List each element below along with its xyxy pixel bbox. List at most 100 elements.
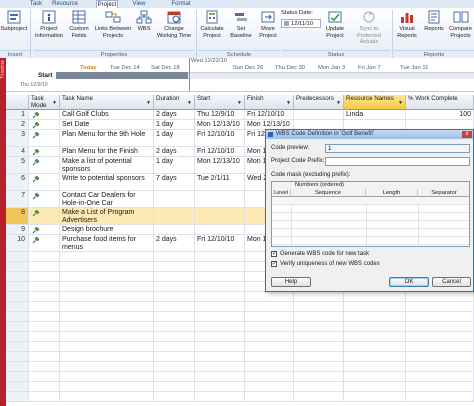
chevron-down-icon[interactable]: ▼ — [286, 100, 291, 107]
mask-row[interactable] — [272, 205, 469, 213]
empty-cell[interactable] — [294, 362, 344, 371]
empty-cell[interactable] — [294, 392, 344, 401]
tab-format[interactable]: Format — [168, 0, 194, 8]
start-cell[interactable] — [195, 191, 245, 207]
empty-cell[interactable] — [6, 302, 29, 311]
predecessors-cell[interactable] — [294, 120, 344, 129]
empty-cell[interactable] — [29, 392, 60, 401]
predecessors-cell[interactable] — [294, 110, 344, 119]
empty-cell[interactable] — [195, 302, 245, 311]
task-name-cell[interactable]: Write to potential sponsors — [60, 174, 154, 190]
tab-task[interactable]: Task — [26, 0, 46, 8]
empty-cell[interactable] — [6, 262, 29, 271]
work-complete-cell[interactable] — [406, 120, 474, 129]
column-header-task-name[interactable]: Task Name ▼ — [60, 95, 154, 110]
empty-cell[interactable] — [344, 362, 406, 371]
task-name-cell[interactable]: Make a List of Program Advertisers — [60, 208, 154, 224]
empty-cell[interactable] — [344, 382, 406, 391]
duration-cell[interactable]: 2 days — [154, 147, 195, 156]
empty-row[interactable] — [6, 352, 474, 362]
duration-cell[interactable]: 1 day — [154, 130, 195, 146]
start-cell[interactable]: Fri 12/10/10 — [195, 235, 245, 251]
calculate-project-button[interactable]: Calculate Project — [198, 10, 226, 48]
empty-cell[interactable] — [29, 372, 60, 381]
ok-button[interactable]: OK — [389, 277, 429, 287]
empty-cell[interactable] — [195, 332, 245, 341]
empty-cell[interactable] — [344, 322, 406, 331]
empty-cell[interactable] — [154, 352, 195, 361]
empty-row[interactable] — [6, 342, 474, 352]
empty-cell[interactable] — [406, 322, 474, 331]
empty-cell[interactable] — [60, 292, 154, 301]
empty-row[interactable] — [6, 382, 474, 392]
task-name-cell[interactable]: Call Golf Clubs — [60, 110, 154, 119]
empty-cell[interactable] — [6, 312, 29, 321]
empty-cell[interactable] — [195, 392, 245, 401]
empty-cell[interactable] — [60, 262, 154, 271]
close-icon[interactable]: x — [462, 131, 472, 138]
duration-cell[interactable]: 7 days — [154, 174, 195, 190]
empty-cell[interactable] — [60, 342, 154, 351]
empty-cell[interactable] — [60, 362, 154, 371]
subproject-button[interactable]: Subproject — [0, 10, 28, 48]
empty-cell[interactable] — [6, 252, 29, 261]
column-header-predecessors[interactable]: Predecessors ▼ — [294, 95, 344, 110]
column-header-finish[interactable]: Finish ▼ — [245, 95, 294, 110]
chevron-down-icon[interactable]: ▼ — [52, 100, 57, 107]
duration-cell[interactable] — [154, 191, 195, 207]
empty-cell[interactable] — [406, 292, 474, 301]
empty-cell[interactable] — [29, 262, 60, 271]
column-header-rownum[interactable] — [6, 95, 29, 110]
start-cell[interactable]: Mon 12/13/10 — [195, 120, 245, 129]
empty-cell[interactable] — [154, 392, 195, 401]
timeline[interactable]: Wed 12/22/10 Today Tue Dec 14 Sat Dec 18… — [6, 58, 474, 92]
empty-cell[interactable] — [406, 342, 474, 351]
mask-row[interactable] — [272, 221, 469, 229]
empty-cell[interactable] — [60, 382, 154, 391]
empty-row[interactable] — [6, 322, 474, 332]
empty-cell[interactable] — [406, 352, 474, 361]
task-name-cell[interactable]: Make a list of potential sponsors — [60, 157, 154, 173]
start-cell[interactable] — [195, 208, 245, 224]
task-name-cell[interactable]: Contact Car Dealers for Hole-in-One Car — [60, 191, 154, 207]
empty-row[interactable] — [6, 362, 474, 372]
task-mode-cell[interactable] — [29, 174, 60, 190]
empty-cell[interactable] — [406, 382, 474, 391]
empty-row[interactable] — [6, 332, 474, 342]
empty-cell[interactable] — [294, 372, 344, 381]
empty-cell[interactable] — [406, 332, 474, 341]
duration-cell[interactable]: 1 day — [154, 157, 195, 173]
empty-cell[interactable] — [154, 262, 195, 271]
task-mode-cell[interactable] — [29, 120, 60, 129]
empty-cell[interactable] — [195, 322, 245, 331]
empty-cell[interactable] — [29, 362, 60, 371]
empty-cell[interactable] — [6, 382, 29, 391]
start-cell[interactable]: Thu 12/9/10 — [195, 110, 245, 119]
move-project-button[interactable]: Move Project — [256, 10, 280, 48]
empty-cell[interactable] — [245, 342, 294, 351]
empty-cell[interactable] — [29, 382, 60, 391]
empty-cell[interactable] — [6, 272, 29, 281]
empty-cell[interactable] — [6, 282, 29, 291]
empty-cell[interactable] — [195, 352, 245, 361]
empty-cell[interactable] — [294, 342, 344, 351]
task-name-cell[interactable]: Design brochure — [60, 225, 154, 234]
column-header-start[interactable]: Start ▼ — [195, 95, 245, 110]
empty-cell[interactable] — [245, 292, 294, 301]
duration-cell[interactable]: 2 days — [154, 110, 195, 119]
column-header-duration[interactable]: Duration ▼ — [154, 95, 195, 110]
compare-projects-button[interactable]: Compare Projects — [447, 10, 474, 48]
empty-row[interactable] — [6, 312, 474, 322]
empty-cell[interactable] — [29, 302, 60, 311]
empty-cell[interactable] — [406, 302, 474, 311]
empty-cell[interactable] — [6, 332, 29, 341]
empty-cell[interactable] — [60, 302, 154, 311]
start-cell[interactable]: Fri 12/10/10 — [195, 130, 245, 146]
finish-cell[interactable]: Mon 12/13/10 — [245, 120, 294, 129]
visual-reports-button[interactable]: Visual Reports — [394, 10, 420, 48]
empty-cell[interactable] — [245, 312, 294, 321]
empty-cell[interactable] — [406, 392, 474, 401]
empty-cell[interactable] — [60, 252, 154, 261]
empty-cell[interactable] — [60, 272, 154, 281]
empty-cell[interactable] — [60, 322, 154, 331]
